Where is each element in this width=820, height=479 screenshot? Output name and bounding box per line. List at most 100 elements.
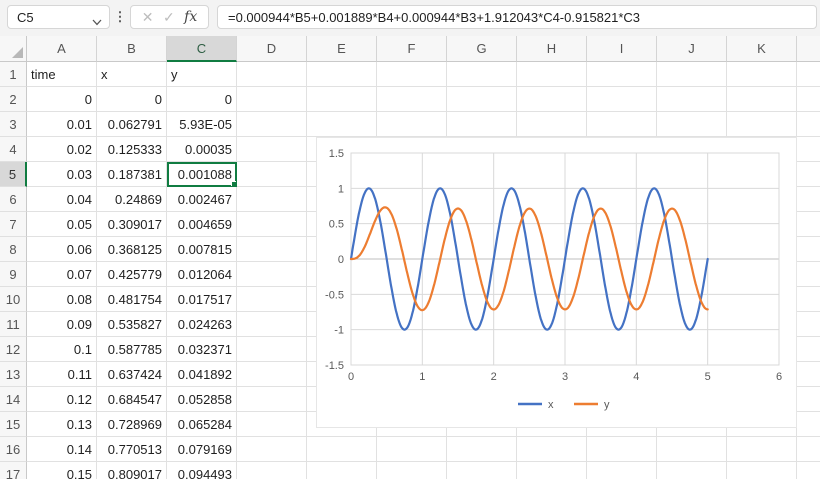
cell-f3[interactable] (377, 112, 447, 137)
row-header-11[interactable]: 11 (0, 312, 27, 337)
row-header-4[interactable]: 4 (0, 137, 27, 162)
cell-b14[interactable]: 0.684547 (97, 387, 167, 412)
cell-c11[interactable]: 0.024263 (167, 312, 237, 337)
select-all-corner[interactable] (0, 36, 27, 62)
cell-a7[interactable]: 0.05 (27, 212, 97, 237)
cell-d7[interactable] (237, 212, 307, 237)
row-header-5[interactable]: 5 (0, 162, 27, 187)
row-header-14[interactable]: 14 (0, 387, 27, 412)
cell-a9[interactable]: 0.07 (27, 262, 97, 287)
name-box[interactable]: C5 (7, 5, 110, 29)
cell-d4[interactable] (237, 137, 307, 162)
column-header-h[interactable]: H (517, 36, 587, 62)
cell-d15[interactable] (237, 412, 307, 437)
cell-d10[interactable] (237, 287, 307, 312)
column-header-e[interactable]: E (307, 36, 377, 62)
cell-d17[interactable] (237, 462, 307, 479)
cell-a2[interactable]: 0 (27, 87, 97, 112)
cell-j2[interactable] (657, 87, 727, 112)
cell-a5[interactable]: 0.03 (27, 162, 97, 187)
row-header-1[interactable]: 1 (0, 62, 27, 87)
cell-partial-13[interactable] (797, 362, 820, 387)
cell-c7[interactable]: 0.004659 (167, 212, 237, 237)
cell-e16[interactable] (307, 437, 377, 462)
cell-a3[interactable]: 0.01 (27, 112, 97, 137)
cell-k17[interactable] (727, 462, 797, 479)
cell-partial-4[interactable] (797, 137, 820, 162)
cell-g3[interactable] (447, 112, 517, 137)
cell-partial-15[interactable] (797, 412, 820, 437)
cell-i3[interactable] (587, 112, 657, 137)
column-header-i[interactable]: I (587, 36, 657, 62)
cell-c12[interactable]: 0.032371 (167, 337, 237, 362)
cell-c5[interactable]: 0.001088 (167, 162, 237, 187)
row-header-3[interactable]: 3 (0, 112, 27, 137)
cell-d8[interactable] (237, 237, 307, 262)
cell-b12[interactable]: 0.587785 (97, 337, 167, 362)
row-header-15[interactable]: 15 (0, 412, 27, 437)
cell-c1[interactable]: y (167, 62, 237, 87)
cell-partial-1[interactable] (797, 62, 820, 87)
cell-b4[interactable]: 0.125333 (97, 137, 167, 162)
cell-b15[interactable]: 0.728969 (97, 412, 167, 437)
cell-c2[interactable]: 0 (167, 87, 237, 112)
cell-c17[interactable]: 0.094493 (167, 462, 237, 479)
cell-i16[interactable] (587, 437, 657, 462)
cell-f1[interactable] (377, 62, 447, 87)
cell-h16[interactable] (517, 437, 587, 462)
cell-c4[interactable]: 0.00035 (167, 137, 237, 162)
cell-d16[interactable] (237, 437, 307, 462)
cell-g1[interactable] (447, 62, 517, 87)
cell-partial-16[interactable] (797, 437, 820, 462)
cell-b5[interactable]: 0.187381 (97, 162, 167, 187)
cell-k16[interactable] (727, 437, 797, 462)
cell-a17[interactable]: 0.15 (27, 462, 97, 479)
column-header-f[interactable]: F (377, 36, 447, 62)
cell-g16[interactable] (447, 437, 517, 462)
chevron-down-icon[interactable] (92, 14, 102, 29)
cell-b9[interactable]: 0.425779 (97, 262, 167, 287)
cell-d13[interactable] (237, 362, 307, 387)
row-header-6[interactable]: 6 (0, 187, 27, 212)
column-header-c[interactable]: C (167, 36, 237, 62)
column-header-b[interactable]: B (97, 36, 167, 62)
cell-c3[interactable]: 5.93E-05 (167, 112, 237, 137)
cell-h17[interactable] (517, 462, 587, 479)
row-header-17[interactable]: 17 (0, 462, 27, 479)
cell-c10[interactable]: 0.017517 (167, 287, 237, 312)
cell-d5[interactable] (237, 162, 307, 187)
cell-h1[interactable] (517, 62, 587, 87)
cell-partial-8[interactable] (797, 237, 820, 262)
embedded-chart[interactable]: 1.5 1 0.5 0 -0.5 -1 -1.5 0 1 2 3 4 5 6 x y (316, 137, 797, 428)
more-options-icon[interactable]: ⋮ (114, 5, 127, 29)
cell-j1[interactable] (657, 62, 727, 87)
cell-a11[interactable]: 0.09 (27, 312, 97, 337)
cell-c13[interactable]: 0.041892 (167, 362, 237, 387)
cell-c14[interactable]: 0.052858 (167, 387, 237, 412)
cell-b8[interactable]: 0.368125 (97, 237, 167, 262)
cell-partial-5[interactable] (797, 162, 820, 187)
cell-b6[interactable]: 0.24869 (97, 187, 167, 212)
cell-partial-3[interactable] (797, 112, 820, 137)
cell-d1[interactable] (237, 62, 307, 87)
insert-function-icon[interactable]: fx (184, 9, 197, 25)
row-header-12[interactable]: 12 (0, 337, 27, 362)
cell-b16[interactable]: 0.770513 (97, 437, 167, 462)
cell-j17[interactable] (657, 462, 727, 479)
cell-partial-7[interactable] (797, 212, 820, 237)
row-header-16[interactable]: 16 (0, 437, 27, 462)
cell-a4[interactable]: 0.02 (27, 137, 97, 162)
cell-partial-12[interactable] (797, 337, 820, 362)
row-header-8[interactable]: 8 (0, 237, 27, 262)
cell-f16[interactable] (377, 437, 447, 462)
cell-c16[interactable]: 0.079169 (167, 437, 237, 462)
cell-a8[interactable]: 0.06 (27, 237, 97, 262)
cell-k2[interactable] (727, 87, 797, 112)
cell-c9[interactable]: 0.012064 (167, 262, 237, 287)
cell-a6[interactable]: 0.04 (27, 187, 97, 212)
column-header-k[interactable]: K (727, 36, 797, 62)
cell-a16[interactable]: 0.14 (27, 437, 97, 462)
cell-partial-10[interactable] (797, 287, 820, 312)
cell-h3[interactable] (517, 112, 587, 137)
cell-b7[interactable]: 0.309017 (97, 212, 167, 237)
